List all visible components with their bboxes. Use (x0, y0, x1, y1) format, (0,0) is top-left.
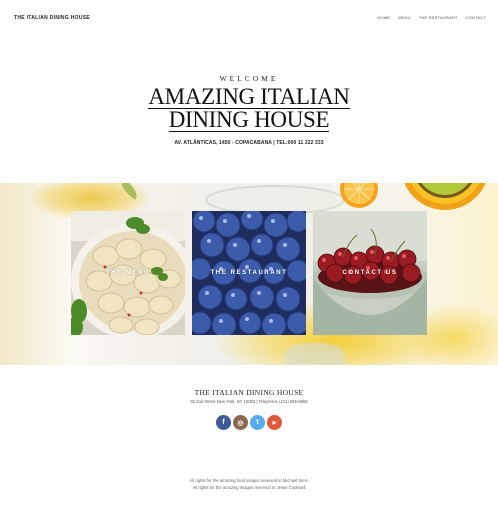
welcome-heading: WELCOME (219, 74, 279, 83)
youtube-icon[interactable]: ▶ (267, 415, 282, 430)
instagram-icon[interactable]: ◎ (233, 415, 248, 430)
contact-card-label: CONTACT US (342, 270, 398, 276)
nav-contact-link[interactable]: CONTACT (466, 15, 486, 20)
kiwi-slice-image (400, 183, 490, 211)
footer-address: 92 2nd Street New York, NY 10003 | Telep… (190, 399, 308, 404)
photo-banner: THE MENU THE RESTAURANT CONTACT US (0, 183, 498, 365)
credit-line: All rights for the amazing images reserv… (192, 484, 306, 490)
nav-home-link[interactable]: HOME (377, 15, 390, 20)
top-navigation-bar: THE ITALIAN DINING HOUSE HOME MENU THE R… (0, 0, 498, 36)
facebook-icon[interactable]: f (216, 415, 231, 430)
twitter-icon[interactable]: t (250, 415, 265, 430)
glass-decoration (285, 343, 345, 365)
hero-address: AV. ATLÂNTICAS, 1450 - COPACABANA | TEL:… (174, 140, 324, 146)
social-links: f ◎ t ▶ (216, 415, 282, 430)
main-nav: HOME MENU THE RESTAURANT CONTACT (377, 15, 486, 20)
orange-slice-image (339, 183, 379, 209)
menu-card[interactable]: THE MENU (71, 211, 185, 335)
footer-title: THE ITALIAN DINING HOUSE (194, 388, 304, 397)
restaurant-card[interactable]: THE RESTAURANT (192, 211, 306, 335)
nav-menu-link[interactable]: MENU (398, 15, 411, 20)
image-credits: All rights for the amazing food images r… (0, 478, 498, 491)
site-brand[interactable]: THE ITALIAN DINING HOUSE (14, 15, 90, 21)
page-title-line1: AMAZING ITALIAN (148, 84, 350, 109)
nav-restaurant-link[interactable]: THE RESTAURANT (419, 15, 458, 20)
menu-card-label: THE MENU (105, 270, 151, 276)
page-title: AMAZING ITALIAN DINING HOUSE (0, 84, 498, 132)
page-title-line2: DINING HOUSE (168, 107, 330, 132)
restaurant-card-label: THE RESTAURANT (210, 270, 288, 276)
contact-card[interactable]: CONTACT US (313, 211, 427, 335)
